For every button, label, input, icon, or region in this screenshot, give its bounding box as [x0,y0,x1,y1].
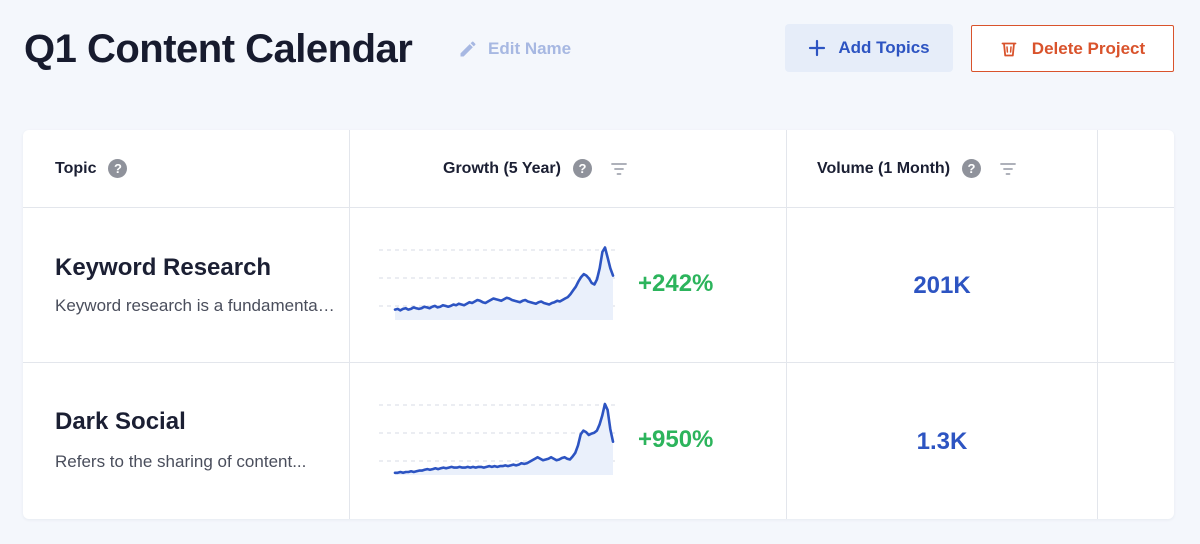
column-header-volume[interactable]: Volume (1 Month) ? [817,130,1017,207]
growth-sparkline [379,402,619,475]
trash-icon [1001,42,1017,56]
column-header-growth-label: Growth (5 Year) [443,159,561,177]
plus-icon [809,39,826,57]
table-row[interactable]: Dark Social Refers to the sharing of con… [23,363,1174,518]
delete-project-label: Delete Project [1031,38,1146,58]
pencil-icon [460,41,476,57]
help-icon[interactable]: ? [572,159,592,178]
column-header-volume-label: Volume (1 Month) [817,159,951,177]
volume-value: 201K [913,272,971,299]
column-header-topic-label: Topic [55,159,97,177]
topic-name[interactable]: Dark Social [55,408,186,436]
column-header-topic[interactable]: Topic ? [55,130,128,207]
column-header-growth[interactable]: Growth (5 Year) ? [443,130,628,207]
page-header: Q1 Content Calendar Edit Name Add Topics… [0,0,1200,100]
add-topics-button[interactable]: Add Topics [785,24,953,72]
topic-description: Refers to the sharing of content... [55,452,307,471]
filter-icon[interactable] [999,161,1017,177]
edit-name-label: Edit Name [488,39,572,58]
table-row[interactable]: Keyword Research Keyword research is a f… [23,208,1174,363]
volume-value: 1.3K [916,428,968,455]
topic-description: Keyword research is a fundamental... [55,296,335,315]
help-icon[interactable]: ? [962,159,982,178]
delete-project-button[interactable]: Delete Project [971,25,1174,72]
growth-sparkline [379,246,619,320]
help-icon[interactable]: ? [108,159,128,178]
sparkline-area [395,247,613,320]
topics-table: Topic ? Growth (5 Year) ? Volume (1 Mont… [23,130,1174,519]
growth-value: +950% [638,426,714,453]
page-title: Q1 Content Calendar [24,27,413,71]
edit-name-button[interactable]: Edit Name [458,37,571,61]
add-topics-label: Add Topics [838,38,930,57]
filter-icon[interactable] [610,161,628,177]
topic-name[interactable]: Keyword Research [55,254,271,282]
growth-value: +242% [638,270,714,297]
